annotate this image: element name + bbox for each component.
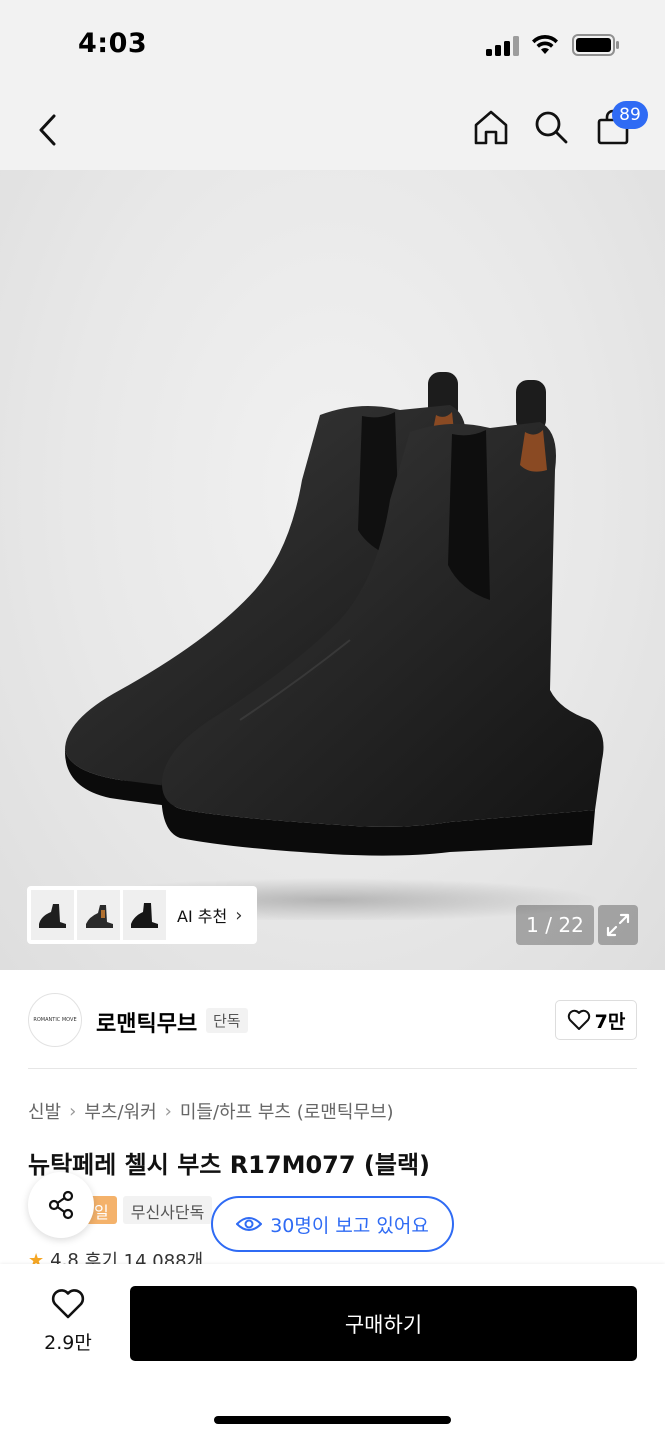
share-icon xyxy=(48,1190,74,1220)
breadcrumb-item[interactable]: 미들/하프 부츠 (로맨틱무브) xyxy=(180,1098,394,1124)
status-bar: 4:03 xyxy=(0,0,665,90)
brand-name[interactable]: 로맨틱무브 xyxy=(96,1006,197,1038)
exclusive-tag: 단독 xyxy=(206,1008,248,1033)
home-indicator xyxy=(214,1416,451,1424)
expand-button[interactable] xyxy=(598,905,638,945)
share-button[interactable] xyxy=(28,1172,94,1238)
exclusive-badge: 무신사단독 xyxy=(122,1196,213,1224)
divider xyxy=(28,1068,637,1069)
back-button[interactable] xyxy=(28,108,68,152)
brand-logo[interactable]: ROMANTIC MOVE xyxy=(28,993,82,1047)
brand-row[interactable]: ROMANTIC MOVE 로맨틱무브 단독 7만 xyxy=(0,970,665,1068)
home-icon xyxy=(474,110,508,145)
heart-icon xyxy=(51,1289,85,1319)
product-title: 뉴탁페레 첼시 부츠 R17M077 (블랙) xyxy=(28,1151,431,1179)
heart-icon xyxy=(567,1009,590,1030)
product-image-gallery[interactable]: AI 추천 › 1 / 22 xyxy=(0,170,665,970)
product-like-button[interactable]: 2.9만 xyxy=(30,1288,106,1355)
image-page-indicator: 1 / 22 xyxy=(516,905,594,945)
top-nav-bar xyxy=(0,90,665,170)
product-like-count: 2.9만 xyxy=(44,1332,92,1354)
product-image xyxy=(60,372,604,920)
battery-icon xyxy=(572,34,619,56)
live-viewers-badge: 30명이 보고 있어요 xyxy=(211,1196,454,1252)
cart-count-badge: 89 xyxy=(612,101,648,129)
chevron-right-icon: › xyxy=(69,1100,77,1122)
signal-icon xyxy=(486,36,520,56)
chevron-left-icon xyxy=(39,114,56,146)
expand-icon xyxy=(606,913,630,937)
status-time: 4:03 xyxy=(78,28,148,59)
wifi-icon xyxy=(532,34,558,54)
chevron-right-icon: › xyxy=(164,1100,172,1122)
ai-recommendation-button[interactable]: AI 추천 › xyxy=(27,886,257,944)
search-icon xyxy=(535,111,568,144)
eye-icon xyxy=(236,1217,263,1231)
search-button[interactable] xyxy=(530,106,572,148)
ai-thumbnail xyxy=(31,890,74,940)
breadcrumb-item[interactable]: 신발 xyxy=(28,1098,61,1124)
ai-recommendation-label: AI 추천 xyxy=(177,907,228,926)
buy-button[interactable]: 구매하기 xyxy=(130,1286,637,1361)
bottom-action-bar: 2.9만 구매하기 xyxy=(0,1264,665,1440)
breadcrumb: 신발 › 부츠/워커 › 미들/하프 부츠 (로맨틱무브) xyxy=(28,1098,394,1124)
brand-like-count: 7만 xyxy=(594,1010,626,1033)
ai-thumbnail xyxy=(123,890,166,940)
chevron-right-icon: › xyxy=(235,904,243,926)
brand-like-button[interactable]: 7만 xyxy=(555,1000,637,1040)
viewers-text: 30명이 보고 있어요 xyxy=(270,1214,429,1237)
home-button[interactable] xyxy=(470,106,512,148)
ai-thumbnail xyxy=(77,890,120,940)
breadcrumb-item[interactable]: 부츠/워커 xyxy=(84,1098,156,1124)
